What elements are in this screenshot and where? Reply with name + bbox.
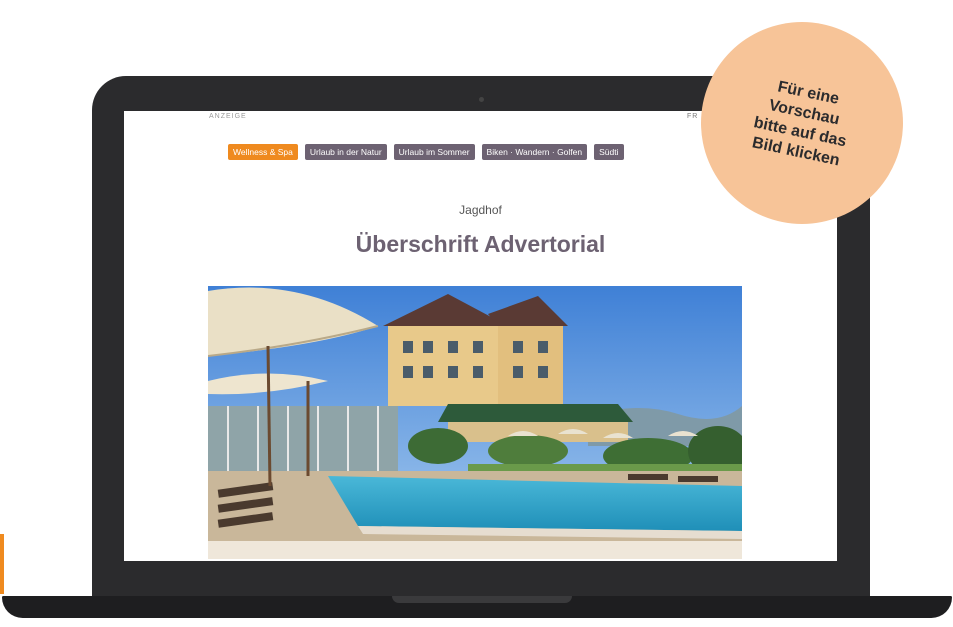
webcam-icon (479, 97, 484, 102)
side-accent-strip (0, 534, 4, 594)
tab-biken-wandern-golfen[interactable]: Biken · Wandern · Golfen (481, 144, 588, 160)
category-nav: Wellness & Spa Urlaub in der Natur Urlau… (228, 144, 624, 160)
laptop-base-notch (392, 596, 572, 603)
brand-name: Jagdhof (459, 203, 502, 217)
ad-label: ANZEIGE (209, 113, 247, 120)
hotel-pool-image[interactable] (208, 286, 742, 559)
preview-hint-text: Für eine Vorschau bitte auf das Bild kli… (720, 68, 883, 177)
page-title: Überschrift Advertorial (355, 231, 606, 257)
tab-urlaub-natur[interactable]: Urlaub in der Natur (304, 144, 387, 160)
tab-suedtirol[interactable]: Südti (594, 144, 624, 160)
top-right-label: FR (687, 113, 699, 120)
tab-urlaub-sommer[interactable]: Urlaub im Sommer (393, 144, 475, 160)
preview-hint-badge[interactable]: Für eine Vorschau bitte auf das Bild kli… (701, 22, 903, 224)
tab-wellness-spa[interactable]: Wellness & Spa (228, 144, 298, 160)
